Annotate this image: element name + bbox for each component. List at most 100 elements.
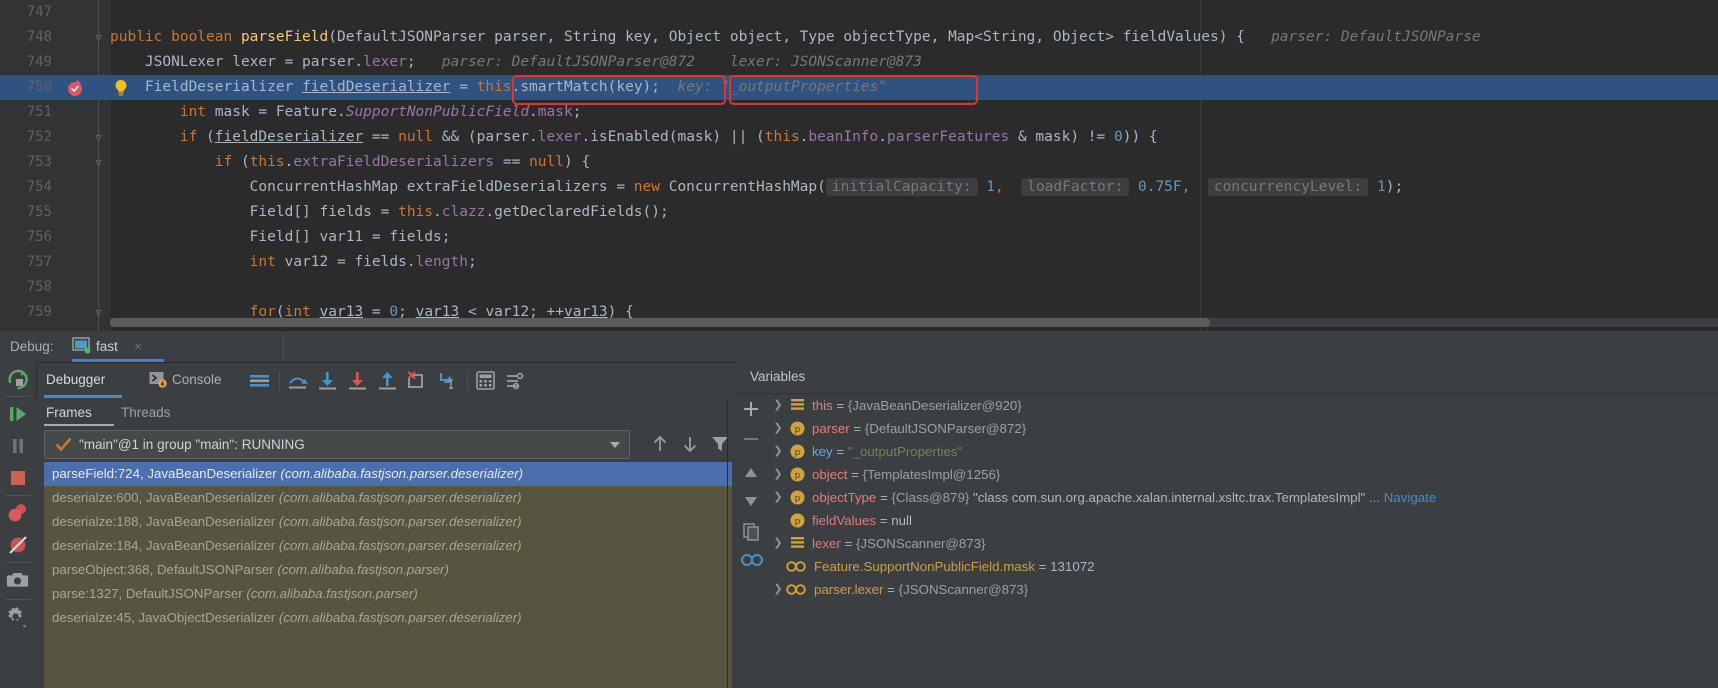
chevron-down-icon[interactable]: [610, 442, 620, 448]
watch-up-button[interactable]: [739, 461, 763, 485]
list-item[interactable]: deserialze:600, JavaBeanDeserializer (co…: [44, 486, 732, 510]
settings-button[interactable]: [5, 604, 31, 630]
list-item[interactable]: parseObject:368, DefaultJSONParser (com.…: [44, 558, 732, 582]
close-icon[interactable]: ×: [134, 331, 142, 362]
list-item[interactable]: deserialze:188, JavaBeanDeserializer (co…: [44, 510, 732, 534]
navigate-link[interactable]: Navigate: [1384, 490, 1436, 505]
view-breakpoints-button[interactable]: [5, 500, 31, 526]
variable-row[interactable]: ❯ parser.lexer = {JSONScanner@873}: [766, 578, 1718, 601]
mute-breakpoints-button[interactable]: [5, 532, 31, 558]
variable-equals: =: [883, 582, 899, 597]
frame-package: (com.alibaba.fastjson.parser.deserialize…: [278, 514, 522, 529]
code-line-749: JSONLexer lexer = parser.lexer; parser: …: [110, 54, 922, 70]
line-number: 749: [26, 54, 52, 70]
frames-list[interactable]: parseField:724, JavaBeanDeserializer (co…: [44, 462, 732, 688]
chevron-right-icon[interactable]: ❯: [772, 394, 784, 417]
rerun-button[interactable]: [5, 366, 31, 392]
toolbar-divider: [5, 396, 31, 397]
line-number: 753: [26, 154, 52, 170]
list-item[interactable]: deserialze:45, JavaObjectDeserializer (c…: [44, 606, 732, 630]
tab-frames[interactable]: Frames: [46, 398, 92, 427]
variable-row[interactable]: ❯ p object = {TemplatesImpl@1256}: [766, 463, 1718, 486]
svg-text:p: p: [795, 494, 801, 504]
code-line-753: if (this.extraFieldDeserializers == null…: [110, 154, 591, 170]
frame-package: (com.alibaba.fastjson.parser.deserialize…: [278, 538, 522, 553]
toolbar-divider: [467, 371, 468, 390]
variable-entry: Feature.SupportNonPublicField.mask = 131…: [814, 555, 1095, 578]
step-over-icon[interactable]: [287, 370, 308, 391]
toolbar-divider: [279, 371, 280, 390]
variables-title: Variables: [750, 369, 806, 384]
list-item[interactable]: deserialze:184, JavaBeanDeserializer (co…: [44, 534, 732, 558]
copy-value-button[interactable]: [739, 519, 763, 543]
thread-selector-dropdown[interactable]: "main"@1 in group "main": RUNNING: [44, 430, 630, 459]
tab-frames-underline: [44, 424, 114, 426]
tab-console[interactable]: Console: [172, 362, 222, 398]
variable-equals: =: [832, 444, 848, 459]
evaluate-expression-icon[interactable]: [475, 370, 496, 391]
parameter-icon: p: [790, 513, 805, 528]
variable-entry: parser = {DefaultJSONParser@872}: [812, 417, 1026, 440]
variable-row[interactable]: ❯ lexer = {JSONScanner@873}: [766, 532, 1718, 555]
thread-selector-value: "main"@1 in group "main": RUNNING: [79, 437, 305, 452]
variables-list[interactable]: ❯ this = {JavaBeanDeserializer@920} ❯ p …: [766, 394, 1718, 688]
variable-row[interactable]: ❯ p objectType = {Class@879} "class com.…: [766, 486, 1718, 509]
watch-down-button[interactable]: [739, 489, 763, 513]
variable-row[interactable]: ❯ this = {JavaBeanDeserializer@920}: [766, 394, 1718, 417]
tab-threads[interactable]: Threads: [121, 398, 171, 427]
list-item[interactable]: parse:1327, DefaultJSONParser (com.aliba…: [44, 582, 732, 606]
fold-marker-icon[interactable]: ▽: [92, 125, 105, 150]
frame-down-button[interactable]: [679, 433, 701, 455]
resume-program-button[interactable]: [5, 401, 31, 427]
chevron-right-icon[interactable]: ❯: [772, 486, 784, 509]
frame-package: (com.alibaba.fastjson.parser): [246, 586, 418, 601]
field-list-icon: [791, 537, 804, 548]
line-number: 747: [26, 4, 52, 20]
frame-method: deserialze:184, JavaBeanDeserializer: [52, 538, 276, 553]
frame-method: deserialze:188, JavaBeanDeserializer: [52, 514, 276, 529]
variable-equals: =: [849, 421, 865, 436]
editor-hscrollbar-thumb[interactable]: [110, 318, 1210, 327]
run-to-cursor-icon[interactable]: [437, 370, 458, 391]
tab-debugger[interactable]: Debugger: [46, 362, 105, 398]
line-number: 751: [26, 104, 52, 120]
svg-text:p: p: [795, 517, 801, 527]
frames-variables-splitter[interactable]: [727, 398, 728, 688]
inline-watches-button[interactable]: [739, 549, 765, 571]
fold-marker-icon[interactable]: ▽: [92, 300, 105, 325]
variable-value: {JavaBeanDeserializer@920}: [847, 398, 1022, 413]
variables-toolbar: [736, 394, 766, 688]
variable-name: lexer: [812, 536, 841, 551]
force-step-into-icon[interactable]: [347, 370, 368, 391]
chevron-right-icon[interactable]: ❯: [772, 440, 784, 463]
field-list-icon: [791, 399, 804, 410]
remove-watch-button[interactable]: [739, 427, 763, 451]
list-item[interactable]: parseField:724, JavaBeanDeserializer (co…: [44, 462, 732, 486]
step-into-icon[interactable]: [317, 370, 338, 391]
add-watch-button[interactable]: [739, 397, 763, 421]
variable-value: 131072: [1050, 559, 1095, 574]
step-out-icon[interactable]: [377, 370, 398, 391]
variable-row[interactable]: ❯ p key = "_outputProperties": [766, 440, 1718, 463]
chevron-right-icon[interactable]: ❯: [772, 532, 784, 555]
fold-marker-icon[interactable]: ▽: [92, 150, 105, 175]
stop-button[interactable]: [5, 465, 31, 491]
variable-row[interactable]: p fieldValues = null: [766, 509, 1718, 532]
chevron-right-icon[interactable]: ❯: [772, 578, 784, 601]
variable-row[interactable]: Feature.SupportNonPublicField.mask = 131…: [766, 555, 1718, 578]
chevron-right-icon[interactable]: ❯: [772, 463, 784, 486]
camera-button[interactable]: [5, 567, 31, 593]
fold-marker-icon[interactable]: ▽: [92, 25, 105, 50]
layout-settings-icon[interactable]: [249, 370, 270, 391]
drop-frame-icon[interactable]: [407, 370, 428, 391]
variable-row[interactable]: ❯ p parser = {DefaultJSONParser@872}: [766, 417, 1718, 440]
pause-program-button[interactable]: [5, 433, 31, 459]
code-line-748: public boolean parseField(DefaultJSONPar…: [110, 29, 1481, 45]
breakpoint-icon[interactable]: [66, 78, 86, 98]
code-editor[interactable]: 747 748 749 750 751 752 753 754 755 756 …: [0, 0, 1718, 331]
line-number: 758: [26, 279, 52, 295]
frame-up-button[interactable]: [649, 433, 671, 455]
settings-filter-icon[interactable]: [505, 370, 526, 391]
chevron-right-icon[interactable]: ❯: [772, 417, 784, 440]
variable-equals: =: [847, 467, 863, 482]
